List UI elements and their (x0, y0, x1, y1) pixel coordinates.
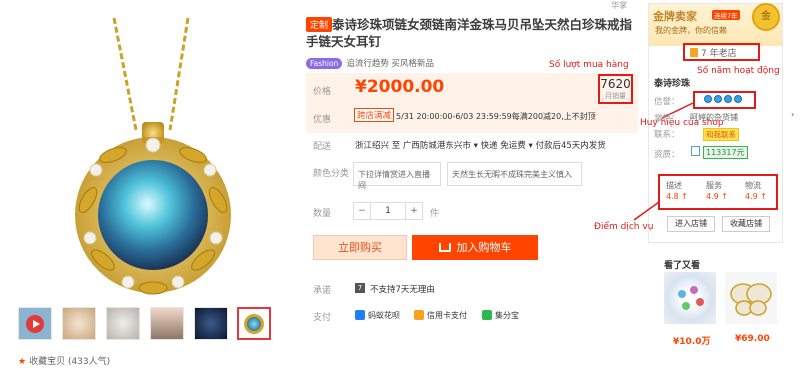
sales-count: 7620 (600, 77, 631, 91)
years-badge: 连续7年 (712, 10, 740, 20)
buy-now-button[interactable]: 立即购买 (313, 235, 407, 260)
thumbnail-2[interactable] (62, 307, 96, 340)
crown-icon (724, 95, 732, 103)
thumbnail-3[interactable] (106, 307, 140, 340)
thumbnail-4[interactable] (150, 307, 184, 340)
license-badge-icon[interactable] (691, 146, 700, 156)
price-label: 价格 (313, 87, 332, 97)
credit-card-icon (414, 310, 424, 320)
score-desc-label: 描述 (666, 181, 682, 190)
thumbnail-video[interactable] (18, 307, 52, 340)
qty-input[interactable]: 1 (370, 202, 406, 220)
annotation-arrow-scores (633, 201, 660, 221)
score-logistics-label: 物流 (745, 181, 761, 190)
enter-shop-button[interactable]: 进入店铺 (667, 216, 715, 232)
recommend-item-1-price: ¥10.0万 (673, 337, 711, 347)
ship-info[interactable]: 浙江绍兴 至 广西防城港东兴市 ▾ 快递 免运费 ▾ 付款后45天内发货 (355, 139, 606, 151)
pay-jifenbao[interactable]: 集分宝 (482, 310, 519, 321)
contact-label: 联系： (654, 130, 680, 140)
color-label: 颜色分类 (313, 169, 350, 179)
score-desc-value: 4.8 ↑ (666, 192, 688, 201)
play-icon (26, 315, 44, 333)
pay-credit-card[interactable]: 信用卡支付 (414, 310, 467, 321)
promo-label: 优惠 (313, 115, 332, 125)
star-icon: ★ (18, 357, 27, 367)
sales-unit: 月销量 (605, 92, 626, 100)
pendant-image (75, 17, 231, 295)
shop-years: 7 年老店 (690, 46, 737, 59)
annotation-scores: Điểm dịch vụ (594, 222, 654, 232)
qty-unit: 件 (430, 209, 440, 219)
cart-icon (438, 243, 451, 252)
thumbnail-6-selected[interactable] (237, 307, 271, 340)
fashion-badge: Fashion (306, 58, 343, 69)
score-service-value: 4.9 ↑ (706, 192, 728, 201)
annotation-years: Số năm hoạt động (697, 66, 780, 76)
price-value: ¥2000.00 (355, 77, 445, 97)
recommend-item-2-price: ¥69.00 (735, 334, 770, 344)
qty-label: 数量 (313, 209, 332, 219)
shop-slogan: 我的金牌，你的信赖 (655, 26, 727, 35)
shop-level: 金牌卖家 (653, 10, 697, 23)
crown-icon (704, 95, 712, 103)
recommend-item-2-image[interactable] (725, 272, 777, 324)
custom-tag: 定制 (306, 17, 333, 32)
add-cart-label: 加入购物车 (456, 241, 512, 254)
crown-icon (734, 95, 742, 103)
color-option-1[interactable]: 下拉详情赏进入直播间 (353, 162, 441, 190)
color-option-2[interactable]: 天然生长无暇不成珠完美主义慎入 (447, 162, 582, 186)
add-to-cart-button[interactable]: 加入购物车 (412, 235, 538, 260)
product-title: 泰诗珍珠项链女颈链南洋金珠马贝吊坠天然白珍珠戒指手链天女耳钉 (306, 17, 633, 49)
also-viewed-title: 看了又看 (664, 261, 701, 271)
annotation-sales: Số lượt mua hàng (549, 60, 629, 70)
promo-tag[interactable]: 跨店满减 (354, 108, 395, 122)
edge-text: 华掌 (611, 1, 627, 10)
jifenbao-icon (482, 310, 492, 320)
favorite-shop-button[interactable]: 收藏店铺 (722, 216, 770, 232)
main-product-image[interactable] (18, 10, 290, 302)
shop-rating-badges[interactable] (693, 91, 756, 109)
promo-text: 5/31 20:00:00-6/03 23:59:59每满200减20,上不封顶 (396, 112, 596, 121)
seven-day-icon: 7 (355, 283, 365, 293)
crown-icon (714, 95, 722, 103)
score-logistics-value: 4.9 ↑ (745, 192, 767, 201)
qualification-badge[interactable]: 113317元 (703, 146, 748, 159)
qty-minus-button[interactable]: − (353, 202, 371, 220)
pay-huabei[interactable]: 蚂蚁花呗 (355, 310, 400, 321)
promise-label: 承诺 (313, 286, 332, 296)
score-service-label: 服务 (706, 181, 722, 190)
keeper-label: 掌柜： (654, 114, 680, 124)
favorite-item[interactable]: ★ 收藏宝贝 (433人气) (18, 354, 110, 367)
thumbnail-5[interactable] (194, 307, 228, 340)
gold-medal-icon: 金 (752, 3, 780, 31)
huabei-icon (355, 310, 365, 320)
keeper-name[interactable]: 阿婷的杂货铺 (690, 112, 738, 123)
promise-text: 不支持7天无理由 (370, 285, 435, 295)
recommend-item-1-image[interactable] (664, 272, 716, 324)
trend-text: 追流行趋势 买风格新品 (346, 59, 435, 69)
license-icon (690, 48, 698, 57)
qual-label: 资质： (654, 150, 680, 160)
pay-label: 支付 (313, 313, 332, 323)
trend-row[interactable]: Fashion 追流行趋势 买风格新品 (306, 57, 434, 69)
monthly-sales: 7620 月销量 (598, 74, 633, 104)
scroll-arrow-icon[interactable]: › (791, 110, 794, 119)
ship-label: 配送 (313, 142, 332, 152)
contact-seller-button[interactable]: 和我联系 (703, 128, 739, 141)
shop-name[interactable]: 泰诗珍珠 (654, 76, 690, 89)
qty-plus-button[interactable]: + (405, 202, 423, 220)
